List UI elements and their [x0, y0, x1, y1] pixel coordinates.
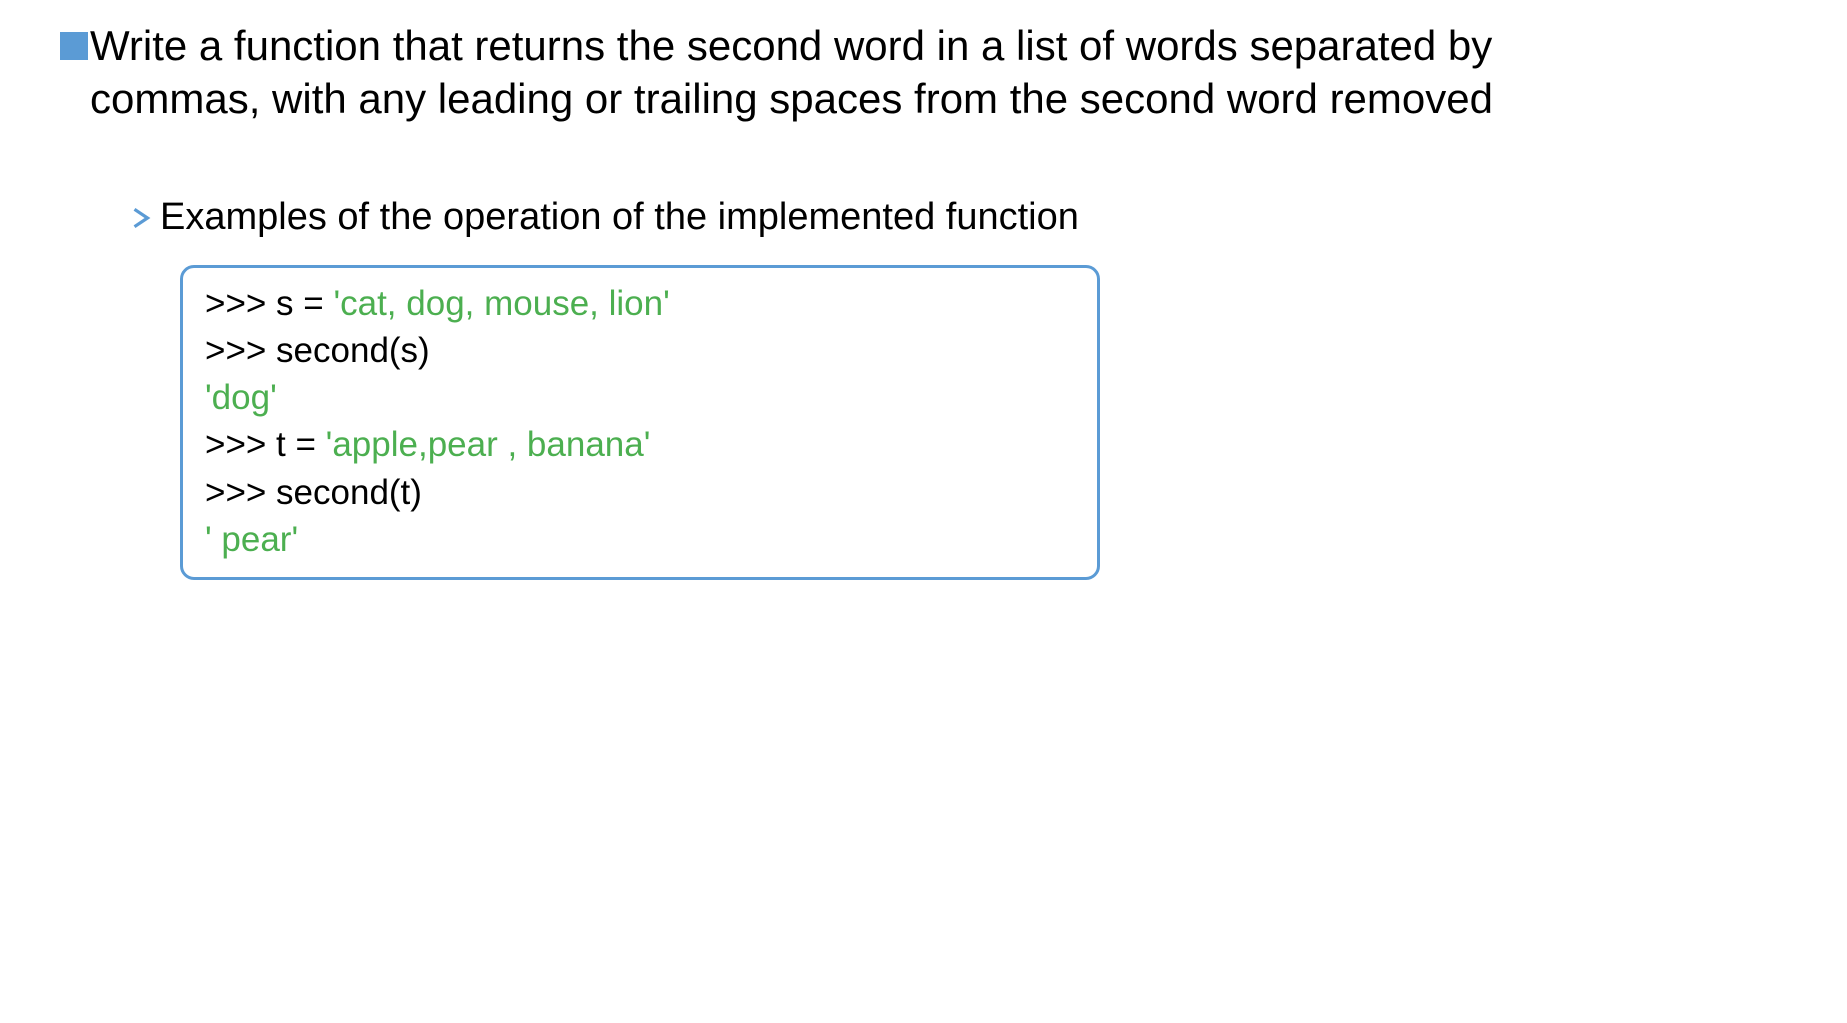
code-call: >>> second(t) [205, 473, 422, 512]
code-line-4: >>> t = 'apple,pear , banana' [205, 421, 1075, 468]
main-bullet-block: Write a function that returns the second… [60, 20, 1847, 125]
square-bullet-icon [60, 32, 88, 60]
code-string-literal: 'apple,pear , banana' [326, 425, 651, 464]
code-call: >>> second(s) [205, 331, 430, 370]
code-line-1: >>> s = 'cat, dog, mouse, lion' [205, 280, 1075, 327]
sub-bullet-block: Examples of the operation of the impleme… [128, 195, 1847, 241]
chevron-right-icon [128, 205, 154, 231]
code-line-2: >>> second(s) [205, 327, 1075, 374]
main-paragraph-text: Write a function that returns the second… [90, 20, 1530, 125]
code-line-3: 'dog' [205, 374, 1075, 421]
code-prompt: >>> t = [205, 425, 326, 464]
code-output: 'dog' [205, 378, 277, 417]
slide: Write a function that returns the second… [0, 0, 1847, 1023]
code-string-literal: 'cat, dog, mouse, lion' [333, 284, 669, 323]
code-line-6: ' pear' [205, 516, 1075, 563]
code-line-5: >>> second(t) [205, 469, 1075, 516]
sub-heading-text: Examples of the operation of the impleme… [160, 195, 1079, 241]
code-output: ' pear' [205, 520, 298, 559]
code-prompt: >>> s = [205, 284, 333, 323]
code-example-box: >>> s = 'cat, dog, mouse, lion' >>> seco… [180, 265, 1100, 581]
